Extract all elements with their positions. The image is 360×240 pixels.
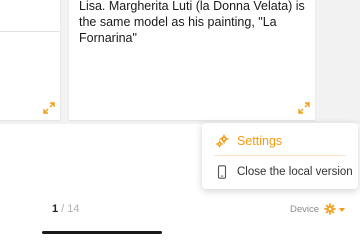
expand-icon[interactable] xyxy=(298,102,310,114)
pager-separator: / xyxy=(58,203,68,215)
menu-item-settings[interactable]: Settings xyxy=(202,127,358,155)
gear-icon xyxy=(216,134,229,148)
menu-divider xyxy=(214,155,346,156)
device-dropdown-menu: Settings Close the local version xyxy=(202,123,358,189)
menu-item-close-local-label: Close the local version xyxy=(237,166,353,178)
phone-icon xyxy=(217,165,227,179)
pager-total: 14 xyxy=(67,203,80,215)
cards-area: Lisa. Margherita Luti (la Donna Velata) … xyxy=(0,0,360,124)
caret-down-icon xyxy=(339,208,346,212)
menu-item-close-local[interactable]: Close the local version xyxy=(202,158,358,186)
expand-icon[interactable] xyxy=(43,102,55,114)
card-divider xyxy=(0,31,60,32)
device-menu-button[interactable]: Device xyxy=(290,203,346,215)
card-current[interactable]: Lisa. Margherita Luti (la Donna Velata) … xyxy=(69,0,315,120)
home-indicator[interactable] xyxy=(42,231,162,234)
card-caption: Lisa. Margherita Luti (la Donna Velata) … xyxy=(79,0,305,45)
menu-item-settings-label: Settings xyxy=(237,134,283,148)
gear-icon xyxy=(324,203,336,215)
device-label: Device xyxy=(290,203,320,215)
card-previous[interactable] xyxy=(0,0,60,120)
pager: 1 / 14 xyxy=(52,203,80,215)
